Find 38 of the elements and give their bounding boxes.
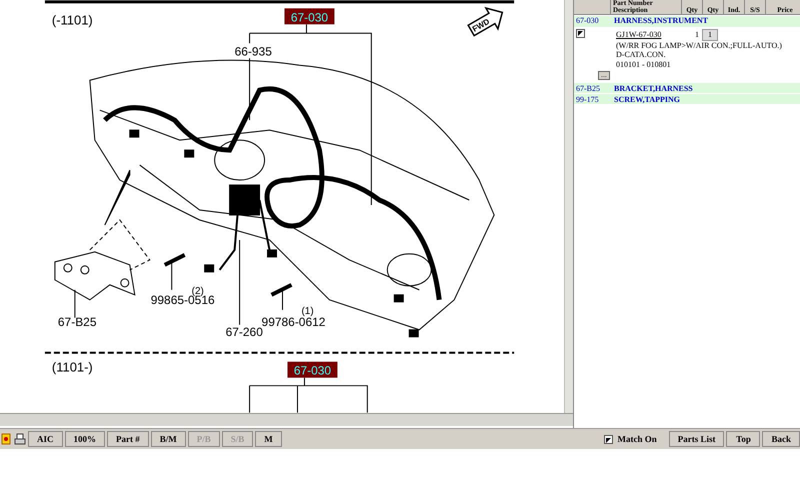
range-label: (-1101) [52, 12, 93, 28]
horizontal-scrollbar[interactable] [0, 413, 573, 426]
toolbar-button[interactable]: M [255, 431, 282, 447]
quantity: 1 [694, 30, 699, 40]
part-description: SCREW,TAPPING [614, 94, 680, 104]
reference-link[interactable]: 67-B25 [574, 84, 614, 94]
reference-link[interactable]: 99-175 [574, 94, 614, 104]
toolbar-button[interactable]: AIC [28, 431, 63, 447]
print-icon[interactable] [14, 432, 26, 446]
select-checkbox[interactable] [576, 29, 585, 38]
reference-link[interactable]: 67-030 [574, 16, 614, 26]
navigation-button[interactable]: Parts List [668, 431, 724, 447]
part-description: BRACKET,HARNESS [614, 84, 693, 94]
callout-label: 66-935 [234, 44, 272, 58]
callout-label: (1) [301, 306, 314, 317]
toolbar-button[interactable]: Part # [107, 431, 149, 447]
help-icon[interactable] [0, 432, 12, 446]
reference-tag[interactable] [288, 362, 338, 378]
order-quantity-field[interactable]: 1 [702, 29, 718, 41]
match-checkbox[interactable] [604, 434, 614, 444]
vertical-scrollbar[interactable] [564, 0, 573, 413]
toolbar-button[interactable]: B/M [150, 431, 186, 447]
remark-text: (W/RR FOG LAMP>W/AIR CON.;FULL-AUTO.) [616, 40, 782, 50]
checkbox-label: Match On [617, 434, 657, 444]
callout-label: 67-B25 [58, 314, 96, 329]
callout-label: 99786-0612 [262, 314, 326, 329]
remark-text: 010101 - 010801 [616, 60, 672, 70]
callout-label: 67-260 [226, 324, 263, 339]
part-description: HARNESS,INSTRUMENT [614, 16, 708, 26]
navigation-button[interactable]: Top [726, 431, 760, 447]
reference-label[interactable]: 67-030 [290, 10, 328, 24]
range-label: (1101-) [52, 360, 93, 375]
remark-text: D-CATA.CON. [616, 50, 667, 60]
navigation-button[interactable]: Back [762, 431, 800, 447]
toolbar-button[interactable]: 100% [64, 431, 106, 447]
reference-label[interactable]: 67-030 [294, 364, 332, 378]
reference-tag[interactable] [284, 8, 334, 24]
part-number-link[interactable]: GJ1W-67-030 [616, 30, 676, 40]
